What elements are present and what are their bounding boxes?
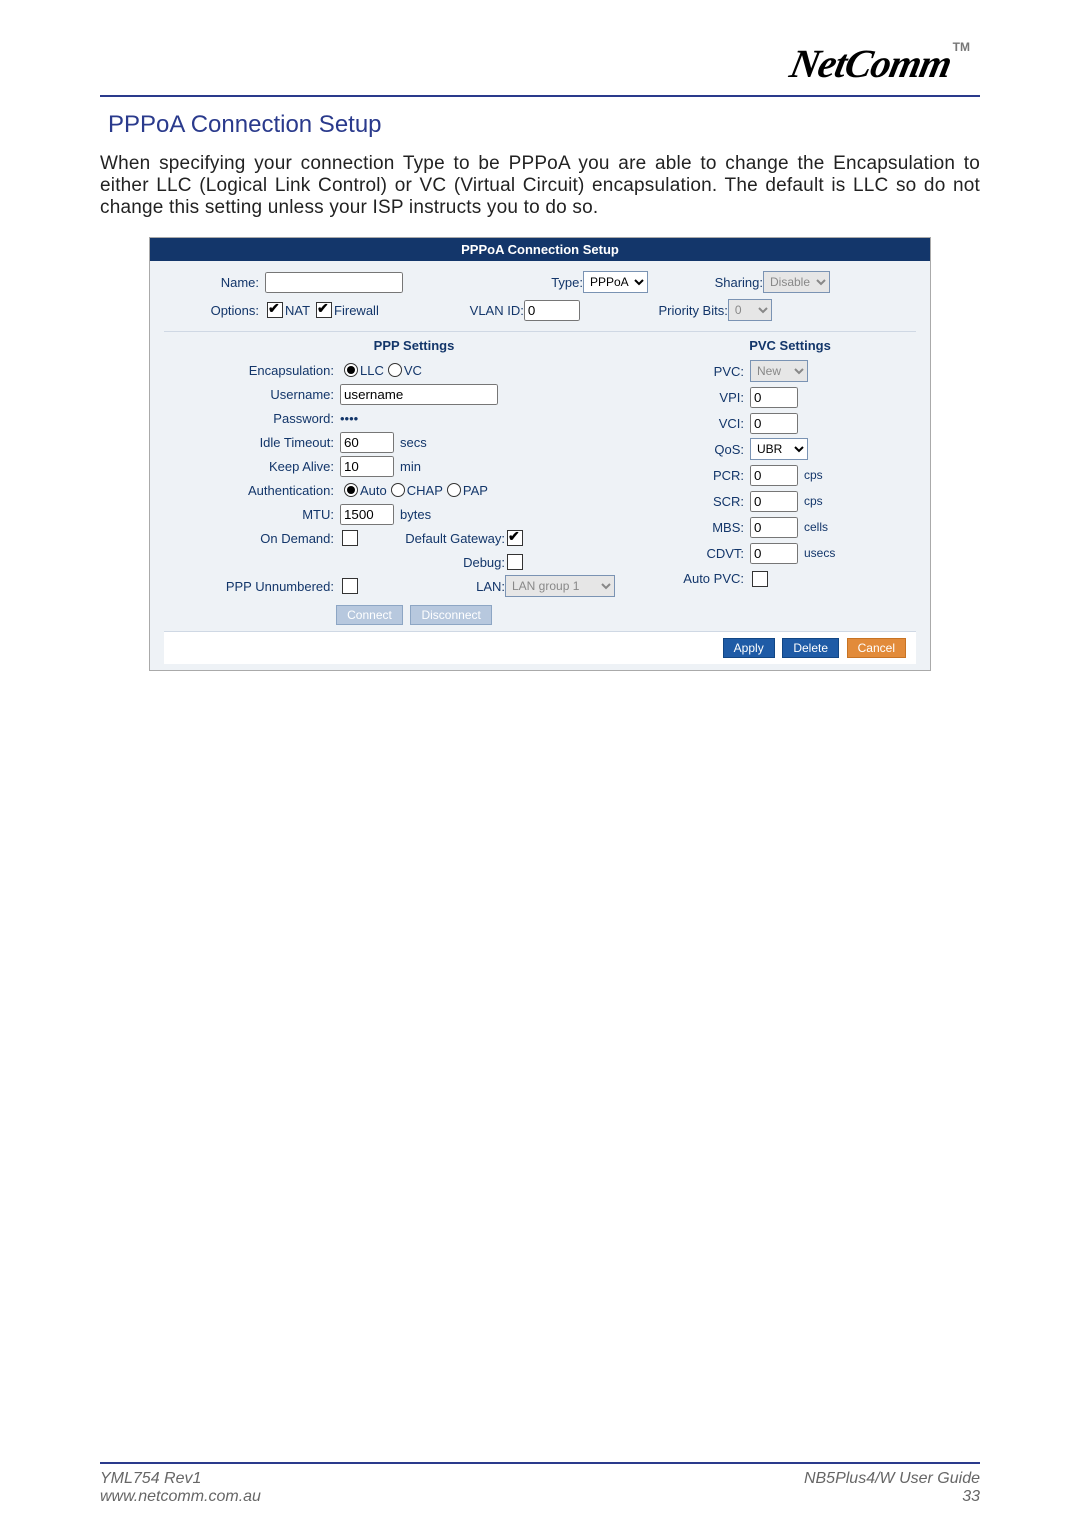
defgw-label: Default Gateway: [360, 531, 505, 546]
keep-input[interactable] [340, 456, 394, 477]
footer-rule [100, 1462, 980, 1464]
mtu-unit: bytes [400, 507, 431, 522]
encap-vc-label: VC [404, 363, 422, 378]
sharing-select[interactable]: Disable [763, 271, 830, 293]
pppoa-panel: PPPoA Connection Setup Name: Type: PPPoA… [149, 237, 931, 671]
defgw-checkbox[interactable] [507, 530, 523, 546]
encap-vc-radio[interactable] [388, 363, 402, 377]
lan-label: LAN: [360, 579, 505, 594]
apply-button[interactable]: Apply [723, 638, 775, 658]
sharing-label: Sharing: [648, 275, 763, 290]
debug-label: Debug: [340, 555, 505, 570]
options-label: Options: [164, 303, 265, 318]
nat-label: NAT [285, 303, 310, 318]
header-rule [100, 95, 980, 97]
auth-label: Authentication: [164, 483, 340, 498]
pvc-title: PVC Settings [664, 338, 916, 353]
vci-label: VCI: [664, 416, 750, 431]
cdvt-label: CDVT: [664, 546, 750, 561]
scr-unit: cps [804, 494, 823, 508]
intro-text: When specifying your connection Type to … [100, 153, 980, 219]
brand-logo: NetCommTM [100, 30, 980, 87]
encap-llc-radio[interactable] [344, 363, 358, 377]
qos-select[interactable]: UBR [750, 438, 808, 460]
panel-header: PPPoA Connection Setup [150, 238, 930, 261]
mtu-label: MTU: [164, 507, 340, 522]
auth-pap-radio[interactable] [447, 483, 461, 497]
name-input[interactable] [265, 272, 403, 293]
firewall-label: Firewall [334, 303, 379, 318]
idle-input[interactable] [340, 432, 394, 453]
mbs-unit: cells [804, 520, 828, 534]
section-title: PPPoA Connection Setup [108, 111, 980, 139]
auth-chap-radio[interactable] [391, 483, 405, 497]
mbs-label: MBS: [664, 520, 750, 535]
ondemand-checkbox[interactable] [342, 530, 358, 546]
footer-url: www.netcomm.com.au [100, 1488, 261, 1506]
auth-auto-label: Auto [360, 483, 387, 498]
auth-pap-label: PAP [463, 483, 488, 498]
autopvc-checkbox[interactable] [752, 571, 768, 587]
password-value: •••• [340, 411, 358, 426]
priority-select[interactable]: 0 [728, 299, 772, 321]
delete-button[interactable]: Delete [782, 638, 839, 658]
cancel-button[interactable]: Cancel [847, 638, 906, 658]
firewall-checkbox[interactable] [316, 302, 332, 318]
priority-label: Priority Bits: [580, 303, 728, 318]
keep-unit: min [400, 459, 421, 474]
type-label: Type: [403, 275, 583, 290]
vpi-label: VPI: [664, 390, 750, 405]
pcr-input[interactable] [750, 465, 798, 486]
vpi-input[interactable] [750, 387, 798, 408]
debug-checkbox[interactable] [507, 554, 523, 570]
autopvc-label: Auto PVC: [664, 573, 750, 585]
auth-chap-label: CHAP [407, 483, 443, 498]
type-select[interactable]: PPPoA [583, 271, 648, 293]
pcr-unit: cps [804, 468, 823, 482]
auth-auto-radio[interactable] [344, 483, 358, 497]
vlan-label: VLAN ID: [379, 303, 524, 318]
vlan-input[interactable] [524, 300, 580, 321]
name-label: Name: [164, 275, 265, 290]
username-label: Username: [164, 387, 340, 402]
mbs-input[interactable] [750, 517, 798, 538]
password-label: Password: [164, 411, 340, 426]
connect-button[interactable]: Connect [336, 605, 403, 625]
pvc-label: PVC: [664, 364, 750, 379]
idle-unit: secs [400, 435, 427, 450]
nat-checkbox[interactable] [267, 302, 283, 318]
keep-label: Keep Alive: [164, 459, 340, 474]
lan-select[interactable]: LAN group 1 [505, 575, 615, 597]
scr-label: SCR: [664, 494, 750, 509]
unnumbered-label: PPP Unnumbered: [164, 579, 340, 594]
cdvt-input[interactable] [750, 543, 798, 564]
ondemand-label: On Demand: [164, 531, 340, 546]
mtu-input[interactable] [340, 504, 394, 525]
ppp-title: PPP Settings [164, 338, 664, 353]
idle-label: Idle Timeout: [164, 435, 340, 450]
pvc-select[interactable]: New [750, 360, 808, 382]
vci-input[interactable] [750, 413, 798, 434]
disconnect-button[interactable]: Disconnect [410, 605, 491, 625]
username-input[interactable] [340, 384, 498, 405]
qos-label: QoS: [664, 442, 750, 457]
scr-input[interactable] [750, 491, 798, 512]
pcr-label: PCR: [664, 468, 750, 483]
footer-page: 33 [804, 1488, 980, 1506]
footer-guide: NB5Plus4/W User Guide [804, 1470, 980, 1488]
encap-llc-label: LLC [360, 363, 384, 378]
cdvt-unit: usecs [804, 546, 835, 560]
encap-label: Encapsulation: [164, 363, 340, 378]
unnumbered-checkbox[interactable] [342, 578, 358, 594]
footer-rev: YML754 Rev1 [100, 1470, 261, 1488]
